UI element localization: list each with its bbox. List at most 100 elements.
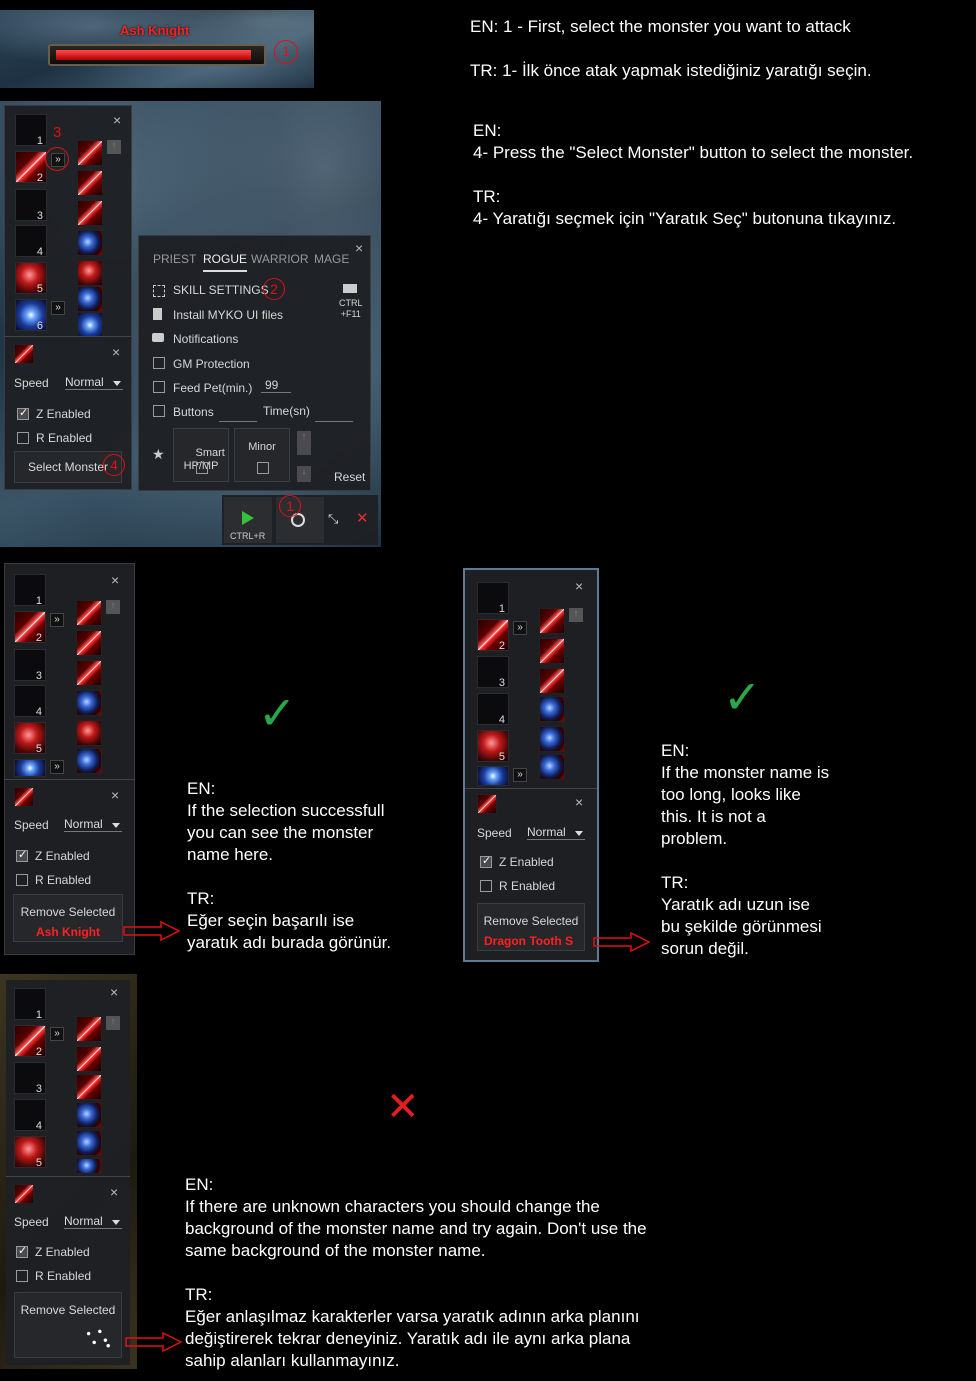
skill-slot-6[interactable]	[477, 766, 509, 786]
minimize-icon[interactable]: ⤡	[328, 511, 338, 527]
skill-icon[interactable]	[539, 726, 565, 752]
skill-slot-6[interactable]: 6	[15, 299, 47, 332]
scroll-up-button[interactable]: ↑	[569, 608, 583, 622]
z-enabled-checkbox[interactable]	[16, 848, 28, 862]
skill-slot-2[interactable]: 2	[14, 1025, 46, 1058]
skill-slot-1[interactable]: 1	[15, 114, 47, 147]
skill-icon[interactable]	[76, 1102, 102, 1128]
skill-slot-1[interactable]: 1	[14, 988, 46, 1021]
skill-icon[interactable]	[77, 200, 103, 226]
skill-settings-link[interactable]: SKILL SETTINGS	[173, 283, 269, 297]
chevron-down-icon[interactable]: »	[51, 301, 65, 315]
z-enabled-checkbox[interactable]	[16, 1244, 28, 1258]
skill-slot-4[interactable]: 4	[477, 693, 509, 726]
skill-icon[interactable]	[77, 260, 103, 286]
close-icon[interactable]: ×	[575, 794, 583, 810]
skill-slot-5[interactable]: 5	[14, 722, 46, 755]
minor-checkbox[interactable]	[257, 462, 269, 474]
skill-icon[interactable]	[76, 660, 102, 686]
close-icon[interactable]: ×	[355, 240, 363, 256]
skill-icon[interactable]	[539, 754, 565, 780]
chevron-down-icon[interactable]: »	[513, 768, 527, 782]
skill-slot-5[interactable]: 5	[477, 730, 509, 763]
remove-selected-button[interactable]: Remove Selected Dragon Tooth S	[477, 903, 585, 951]
skill-slot-5[interactable]: 5	[15, 262, 47, 295]
r-enabled-checkbox[interactable]	[480, 880, 492, 892]
close-icon[interactable]: ✕	[356, 509, 369, 527]
z-enabled-checkbox[interactable]	[480, 854, 492, 868]
buttons-checkbox[interactable]	[153, 405, 165, 417]
scroll-up-button[interactable]: ↑	[106, 1016, 120, 1030]
skill-icon[interactable]	[76, 1158, 102, 1174]
chevron-down-icon[interactable]: »	[50, 613, 64, 627]
skill-slot-1[interactable]: 1	[477, 582, 509, 615]
close-icon[interactable]: ×	[575, 578, 583, 594]
target-select-button[interactable]: 1	[276, 495, 324, 543]
feed-pet-input[interactable]: 99	[261, 378, 291, 393]
close-icon[interactable]: ×	[111, 787, 119, 803]
skill-slot-2[interactable]: 2	[15, 151, 47, 184]
close-icon[interactable]: ×	[112, 344, 120, 360]
remove-selected-button[interactable]: Remove Selected	[14, 1292, 122, 1358]
skill-slot-3[interactable]: 3	[14, 1062, 46, 1095]
skill-icon[interactable]	[77, 170, 103, 196]
feed-pet-checkbox[interactable]	[153, 381, 165, 393]
skill-icon[interactable]	[76, 600, 102, 626]
skill-icon[interactable]	[76, 1074, 102, 1100]
skill-slot-2[interactable]: 2	[14, 611, 46, 644]
speed-dropdown[interactable]: Normal	[65, 375, 123, 390]
skill-slot-6[interactable]	[14, 759, 46, 777]
minor-box[interactable]: Minor	[234, 428, 290, 482]
skill-slot-3[interactable]: 3	[14, 649, 46, 682]
skill-icon[interactable]	[76, 748, 102, 774]
speed-dropdown[interactable]: Normal	[527, 825, 585, 840]
skill-icon[interactable]	[76, 720, 102, 746]
r-enabled-checkbox[interactable]	[17, 432, 29, 444]
skill-icon[interactable]	[76, 690, 102, 716]
skill-icon[interactable]	[77, 286, 103, 312]
chevron-down-icon[interactable]: »	[50, 760, 64, 774]
tab-warrior[interactable]: WARRIOR	[251, 252, 309, 266]
chevron-down-icon[interactable]: »	[50, 1027, 64, 1041]
skill-icon[interactable]	[539, 696, 565, 722]
chevron-down-icon[interactable]: »	[513, 621, 527, 635]
reset-button[interactable]: Reset	[334, 470, 365, 484]
time-input[interactable]	[315, 421, 353, 422]
z-enabled-checkbox[interactable]	[17, 406, 29, 420]
tab-priest[interactable]: PRIEST	[153, 252, 196, 266]
skill-icon[interactable]	[76, 1016, 102, 1042]
play-button[interactable]: CTRL+R	[224, 497, 272, 543]
notifications-link[interactable]: Notifications	[173, 332, 238, 346]
close-icon[interactable]: ×	[110, 1184, 118, 1200]
scroll-up-button[interactable]: ↑	[106, 600, 120, 614]
skill-slot-4[interactable]: 4	[15, 225, 47, 258]
scroll-up-button[interactable]: ↑	[297, 431, 311, 455]
skill-slot-1[interactable]: 1	[14, 574, 46, 607]
remove-selected-button[interactable]: Remove Selected Ash Knight	[13, 894, 123, 942]
target-hp-bar[interactable]	[48, 44, 266, 66]
skill-slot-3[interactable]: 3	[15, 189, 47, 222]
skill-slot-4[interactable]: 4	[14, 1099, 46, 1132]
close-icon[interactable]: ×	[110, 984, 118, 1000]
skill-slot-2[interactable]: 2	[477, 619, 509, 652]
close-icon[interactable]: ×	[111, 572, 119, 588]
scroll-up-button[interactable]: ↑	[107, 140, 121, 154]
skill-icon[interactable]	[539, 608, 565, 634]
skill-icon[interactable]	[76, 630, 102, 656]
scroll-down-button[interactable]: ↓	[297, 466, 311, 482]
speed-dropdown[interactable]: Normal	[64, 1214, 122, 1229]
skill-icon[interactable]	[77, 312, 103, 338]
skill-icon[interactable]	[77, 140, 103, 166]
smart-hpmp-checkbox[interactable]	[196, 462, 208, 474]
skill-slot-3[interactable]: 3	[477, 656, 509, 689]
r-enabled-checkbox[interactable]	[16, 1270, 28, 1282]
skill-slot-4[interactable]: 4	[14, 685, 46, 718]
skill-icon[interactable]	[539, 638, 565, 664]
smart-hpmp-box[interactable]: Smart HP/MP	[173, 428, 229, 482]
skill-icon[interactable]	[77, 230, 103, 256]
skill-icon[interactable]	[76, 1130, 102, 1156]
skill-icon[interactable]	[76, 1046, 102, 1072]
skill-slot-5[interactable]: 5	[14, 1136, 46, 1169]
r-enabled-checkbox[interactable]	[16, 874, 28, 886]
skill-icon[interactable]	[539, 668, 565, 694]
